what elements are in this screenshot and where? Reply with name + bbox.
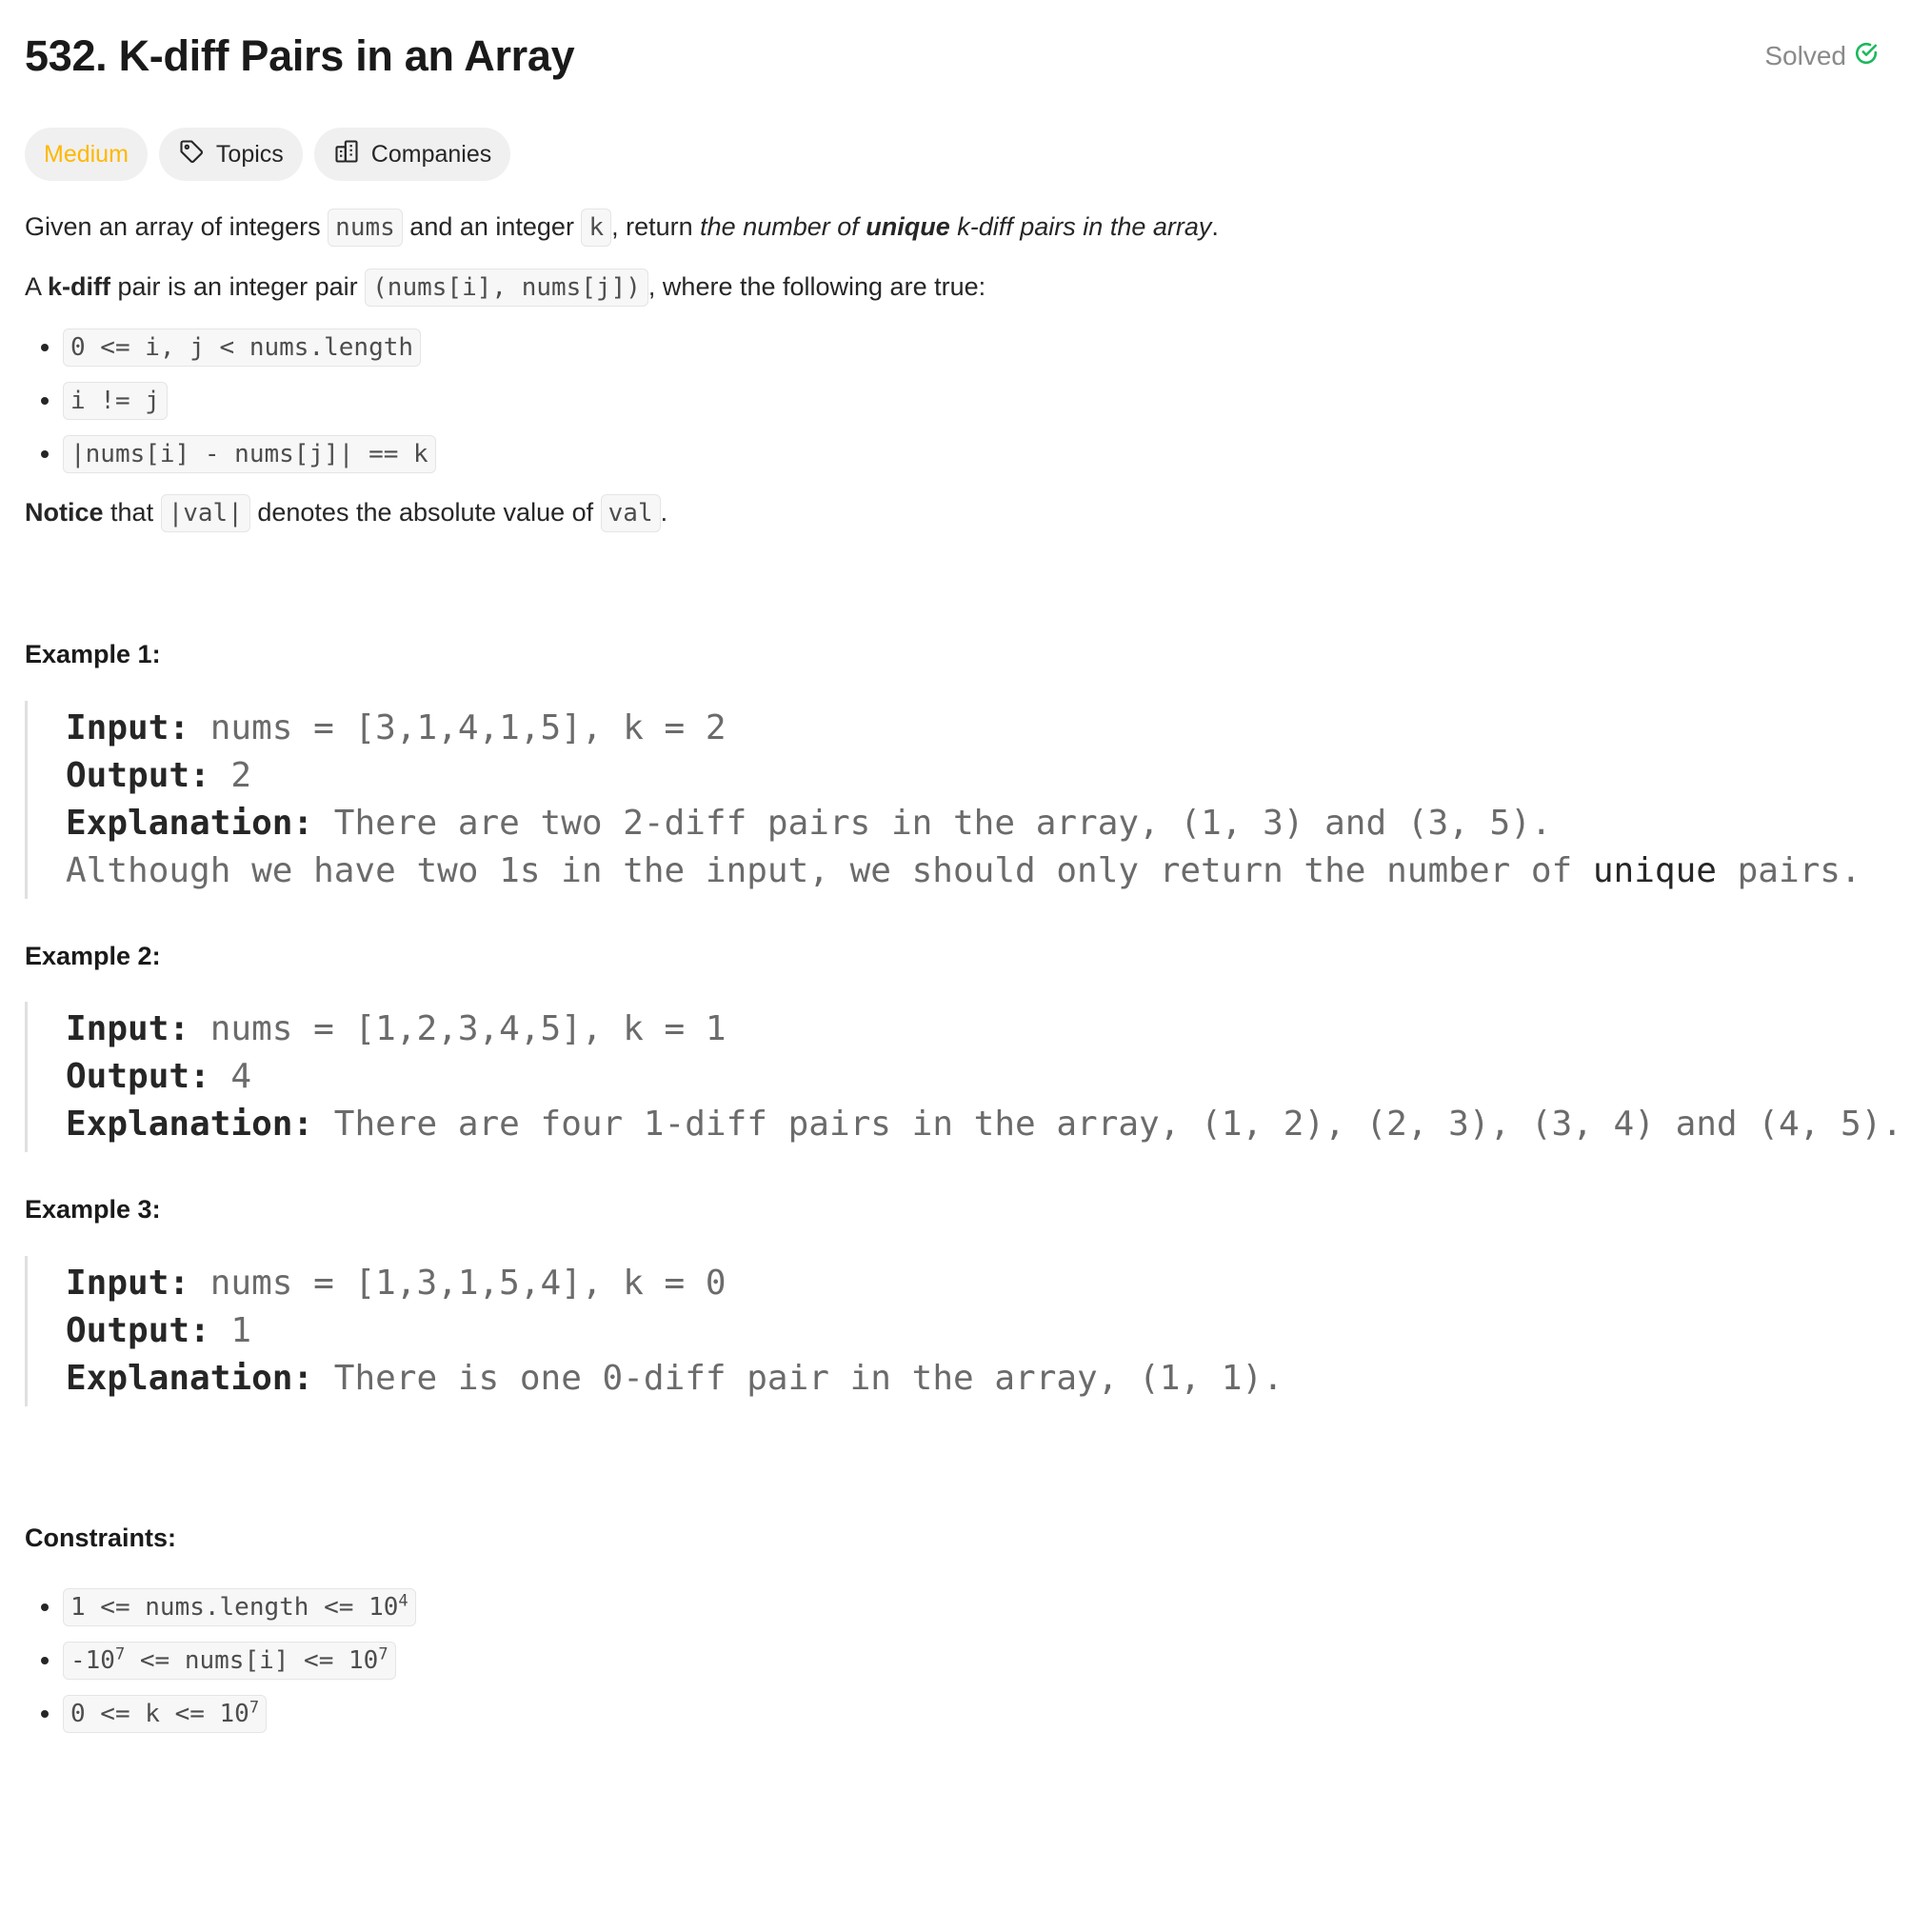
text: denotes the absolute value of xyxy=(249,498,601,527)
conditions-list: 0 <= i, j < nums.length i != j |nums[i] … xyxy=(25,320,1886,480)
inline-code: (nums[i], nums[j]) xyxy=(365,269,648,307)
example-block: Input: nums = [3,1,4,1,5], k = 2 Output:… xyxy=(25,700,1886,899)
return-description: the number of unique k-diff pairs in the… xyxy=(700,212,1212,241)
constraints-list: 1 <= nums.length <= 104 -107 <= nums[i] … xyxy=(25,1580,1886,1740)
list-item: i != j xyxy=(63,373,1886,427)
inline-code: k xyxy=(581,209,612,247)
inline-code: 0 <= k <= 107 xyxy=(63,1695,268,1733)
example-title: Example 2: xyxy=(25,941,161,970)
building-icon xyxy=(333,138,360,171)
solved-label: Solved xyxy=(1764,41,1846,70)
problem-title[interactable]: 532. K-diff Pairs in an Array xyxy=(25,31,575,81)
tag-icon xyxy=(178,138,205,171)
notice-paragraph: Notice that |val| denotes the absolute v… xyxy=(25,493,1886,532)
problem-statement: Given an array of integers nums and an i… xyxy=(25,208,1902,1740)
inline-code: val xyxy=(600,494,661,532)
text: . xyxy=(1211,212,1219,241)
companies-label: Companies xyxy=(370,140,492,168)
definition-paragraph: A k-diff pair is an integer pair (nums[i… xyxy=(25,268,1886,307)
solved-status: Solved xyxy=(1764,41,1879,72)
topics-label: Topics xyxy=(215,140,284,168)
problem-tags: Medium Topics Companies xyxy=(25,128,1886,181)
text: and an integer xyxy=(402,212,582,241)
example-block: Input: nums = [1,3,1,5,4], k = 0 Output:… xyxy=(25,1255,1886,1406)
text: pair is an integer pair xyxy=(110,272,366,301)
list-item: 0 <= k <= 107 xyxy=(63,1686,1886,1740)
list-item: 0 <= i, j < nums.length xyxy=(63,320,1886,373)
inline-code: |val| xyxy=(160,494,250,532)
list-item: |nums[i] - nums[j]| == k xyxy=(63,427,1886,480)
topics-button[interactable]: Topics xyxy=(158,128,303,181)
inline-code: 1 <= nums.length <= 104 xyxy=(63,1588,416,1626)
list-item: -107 <= nums[i] <= 107 xyxy=(63,1633,1886,1686)
example-block: Input: nums = [1,2,3,4,5], k = 1 Output:… xyxy=(25,1002,1902,1152)
constraints-title: Constraints: xyxy=(25,1523,177,1552)
text: Given an array of integers xyxy=(25,212,328,241)
inline-code: nums xyxy=(328,209,403,247)
statement-paragraph: Given an array of integers nums and an i… xyxy=(25,208,1886,247)
text: , where the following are true: xyxy=(647,272,986,301)
notice-label: Notice xyxy=(25,498,104,527)
text: A xyxy=(25,272,49,301)
example-title: Example 3: xyxy=(25,1195,161,1224)
list-item: 1 <= nums.length <= 104 xyxy=(63,1580,1886,1633)
inline-code: |nums[i] - nums[j]| == k xyxy=(63,435,436,473)
example-title: Example 1: xyxy=(25,640,161,668)
inline-code: 0 <= i, j < nums.length xyxy=(63,329,422,367)
kdiff-term: k-diff xyxy=(48,272,111,301)
problem-description-panel: 532. K-diff Pairs in an Array Solved Med… xyxy=(0,0,1911,1932)
difficulty-badge: Medium xyxy=(25,128,148,181)
inline-code: -107 <= nums[i] <= 107 xyxy=(63,1642,396,1680)
companies-button[interactable]: Companies xyxy=(313,128,511,181)
text: . xyxy=(660,498,668,527)
text: , return xyxy=(611,212,701,241)
check-circle-icon xyxy=(1854,41,1879,72)
text: that xyxy=(103,498,161,527)
problem-header: 532. K-diff Pairs in an Array Solved xyxy=(25,0,1886,112)
inline-code: i != j xyxy=(63,382,168,420)
